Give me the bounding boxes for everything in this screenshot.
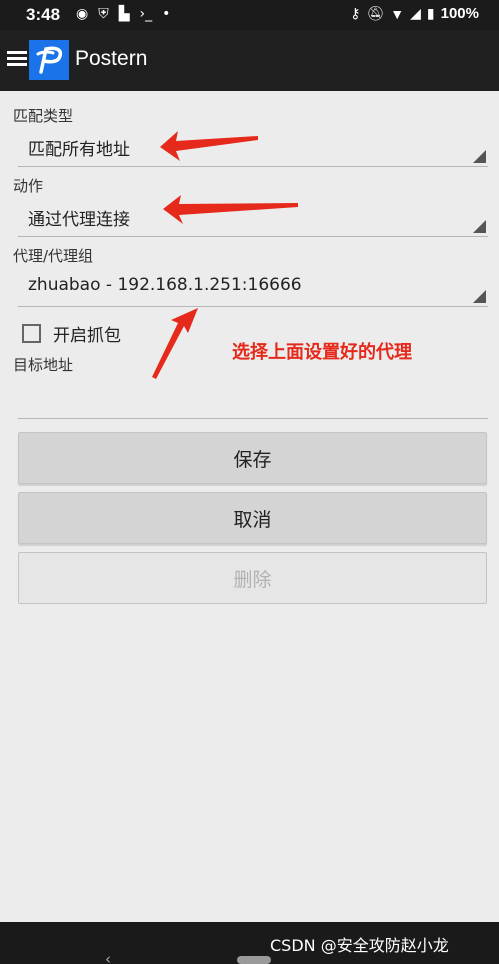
shield-icon: ⛨ <box>98 6 109 22</box>
action-value: 通过代理连接 <box>28 210 130 230</box>
watermark: CSDN @安全攻防赵小龙 <box>270 936 449 955</box>
back-icon[interactable]: ‹ <box>105 950 111 964</box>
vpn-key-icon: ⚷ <box>350 5 361 21</box>
menu-icon[interactable] <box>7 51 27 69</box>
proxy-spinner[interactable]: zhuabao - 192.168.1.251:16666 <box>18 265 488 307</box>
match-type-label: 匹配类型 <box>13 107 74 125</box>
android-icon: ▙ <box>118 6 130 22</box>
dropdown-arrow-icon <box>473 290 486 303</box>
status-bar: 3:48 ◉ ⛨ ▙ ›_ • ⚷ 🔕︎ ▼ ◢ ▮ 100% <box>0 0 499 30</box>
dropdown-arrow-icon <box>473 150 486 163</box>
signal-icon: ◢ <box>410 5 421 21</box>
capture-checkbox[interactable] <box>22 323 41 343</box>
media-icon: ◉ <box>76 6 89 22</box>
delete-button[interactable]: 删除 <box>18 552 487 604</box>
action-spinner[interactable]: 通过代理连接 <box>18 195 488 237</box>
dot-icon: • <box>162 6 171 22</box>
target-address-label: 目标地址 <box>13 356 74 374</box>
cancel-button[interactable]: 取消 <box>18 492 487 544</box>
capture-label: 开启抓包 <box>53 325 121 346</box>
navigation-bar: ‹ CSDN @安全攻防赵小龙 <box>0 922 499 964</box>
battery-icon: ▮ <box>426 5 435 21</box>
wifi-icon: ▼ <box>390 5 405 22</box>
rule-editor: 匹配类型 匹配所有地址 动作 通过代理连接 代理/代理组 zhuabao - 1… <box>0 91 499 922</box>
annotation-text: 选择上面设置好的代理 <box>232 342 412 363</box>
arrow-to-proxy-icon <box>152 308 198 379</box>
match-type-value: 匹配所有地址 <box>28 140 130 160</box>
proxy-label: 代理/代理组 <box>13 247 94 265</box>
postern-logo <box>29 40 69 80</box>
action-label: 动作 <box>13 177 44 195</box>
save-button[interactable]: 保存 <box>18 432 487 484</box>
status-time: 3:48 <box>26 5 61 24</box>
app-bar: Postern <box>0 30 499 91</box>
match-type-spinner[interactable]: 匹配所有地址 <box>18 125 488 167</box>
app-title: Postern <box>75 47 148 70</box>
home-icon[interactable] <box>237 956 271 964</box>
dropdown-arrow-icon <box>473 220 486 233</box>
proxy-value: zhuabao - 192.168.1.251:16666 <box>28 275 302 295</box>
status-system-icons: ⚷ 🔕︎ ▼ ◢ ▮ 100% <box>350 5 479 22</box>
terminal-icon: ›_ <box>139 6 153 22</box>
battery-percent: 100% <box>440 5 479 22</box>
mute-icon: 🔕︎ <box>366 5 385 21</box>
target-address-input[interactable] <box>18 383 488 419</box>
status-notification-icons: ◉ ⛨ ▙ ›_ • <box>76 6 170 22</box>
capture-checkbox-row[interactable]: 开启抓包 <box>22 320 121 346</box>
